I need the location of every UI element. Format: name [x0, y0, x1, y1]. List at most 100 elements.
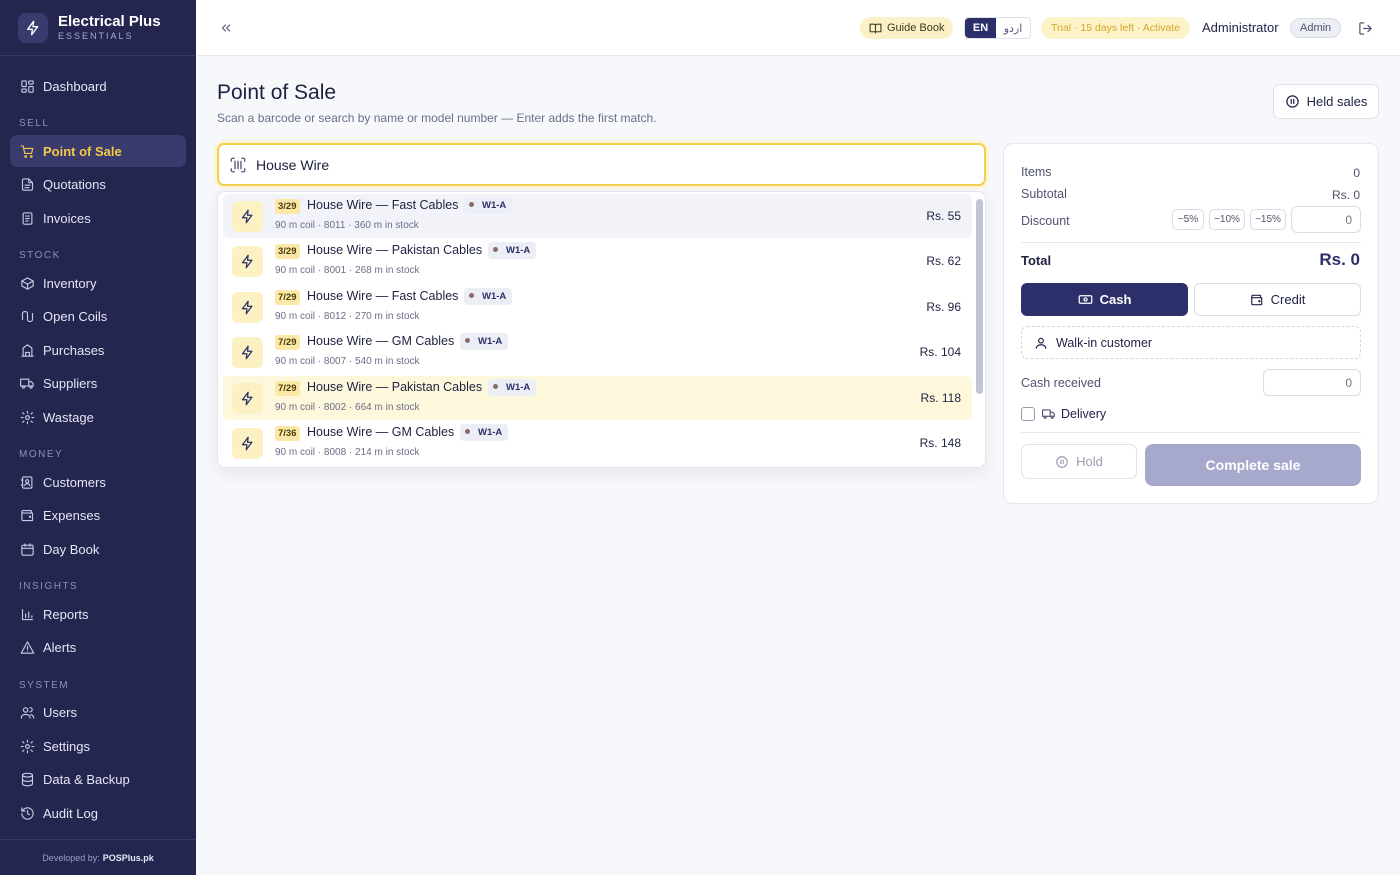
sidebar-item-label: Expenses	[43, 508, 101, 523]
sidebar-item-data-backup[interactable]: Data & Backup	[10, 764, 186, 796]
cash-received-input[interactable]	[1263, 369, 1361, 396]
sidebar-item-quotations[interactable]: Quotations	[10, 169, 186, 201]
customer-selector[interactable]: Walk-in customer	[1021, 326, 1361, 359]
product-price: Rs. 62	[926, 254, 961, 268]
search-result-item[interactable]: 3/29 House Wire — Pakistan Cables W1-A 90 m…	[223, 239, 972, 283]
product-meta: 90 m coil · 8011 · 360 m in stock	[275, 220, 419, 231]
dashboard-icon	[19, 78, 35, 94]
footer-company[interactable]: POSPlus.pk	[103, 853, 154, 863]
search-input[interactable]	[256, 156, 856, 173]
sidebar-item-day-book[interactable]: Day Book	[10, 533, 186, 565]
size-badge: 7/36	[275, 426, 300, 441]
wallet-icon	[19, 508, 35, 524]
bolt-icon	[232, 201, 263, 232]
delivery-label: Delivery	[1061, 407, 1107, 421]
complete-sale-button[interactable]: Complete sale	[1145, 444, 1361, 486]
truck-icon	[19, 376, 35, 392]
size-badge: 7/29	[275, 381, 300, 396]
sidebar-item-label: Data & Backup	[43, 772, 130, 787]
search-result-item[interactable]: 3/29 House Wire — Fast Cables W1-A 90 m coi…	[223, 194, 972, 238]
size-badge: 7/29	[275, 290, 300, 305]
sidebar-item-alerts[interactable]: Alerts	[10, 632, 186, 664]
sidebar-item-suppliers[interactable]: Suppliers	[10, 368, 186, 400]
sidebar-item-open-coils[interactable]: Open Coils	[10, 301, 186, 333]
sidebar-item-customers[interactable]: Customers	[10, 466, 186, 498]
contacts-icon	[19, 474, 35, 490]
nav-section-title: SYSTEM	[19, 679, 70, 691]
search-result-item[interactable]: 7/36 House Wire — GM Cables W1-A 90 m coil …	[223, 421, 972, 465]
discount-input[interactable]	[1291, 206, 1361, 233]
bar-chart-icon	[19, 606, 35, 622]
lang-en-button[interactable]: EN	[965, 18, 996, 38]
discount-5-button[interactable]: −5%	[1172, 209, 1204, 230]
hold-button[interactable]: Hold	[1021, 444, 1137, 479]
sidebar-item-label: Suppliers	[43, 376, 98, 391]
hold-label: Hold	[1076, 454, 1103, 469]
sidebar-item-expenses[interactable]: Expenses	[10, 500, 186, 532]
bolt-icon	[232, 246, 263, 277]
sidebar-item-label: Point of Sale	[43, 143, 122, 159]
held-sales-button[interactable]: Held sales	[1273, 84, 1379, 119]
results-scrollbar[interactable]	[976, 199, 983, 394]
language-switch: EN اردو	[964, 17, 1031, 39]
sidebar-item-inventory[interactable]: Inventory	[10, 267, 186, 299]
lang-ur-button[interactable]: اردو	[996, 18, 1030, 38]
product-price: Rs. 55	[926, 209, 961, 223]
sidebar-item-wastage[interactable]: Wastage	[10, 401, 186, 433]
sidebar-item-users[interactable]: Users	[10, 697, 186, 729]
sidebar-item-label: Users	[43, 705, 77, 720]
cash-payment-button[interactable]: Cash	[1021, 283, 1188, 316]
collapse-sidebar-icon[interactable]	[216, 18, 236, 38]
role-badge: Admin	[1290, 18, 1342, 38]
credit-payment-button[interactable]: Credit	[1194, 283, 1361, 316]
pause-circle-icon	[1285, 94, 1300, 109]
pin-icon	[493, 246, 498, 252]
delivery-option[interactable]: Delivery	[1021, 407, 1106, 421]
sidebar-item-purchases[interactable]: Purchases	[10, 334, 186, 366]
delivery-checkbox[interactable]	[1021, 407, 1035, 421]
database-icon	[19, 772, 35, 788]
sidebar-item-label: Inventory	[43, 275, 97, 291]
held-sales-label: Held sales	[1306, 94, 1368, 109]
search-result-item[interactable]: 7/29 House Wire — GM Cables W1-A 90 m coil …	[223, 330, 972, 374]
size-badge: 3/29	[275, 199, 300, 214]
sidebar-nav: Dashboard SELL Point of Sale Quotations Invo…	[0, 56, 196, 829]
gear-icon	[19, 738, 35, 754]
sidebar-item-label: Audit Log	[43, 805, 98, 821]
items-label: Items	[1021, 165, 1052, 179]
product-name: House Wire — Fast Cables	[307, 289, 459, 303]
guide-book-button[interactable]: Guide Book	[860, 17, 954, 39]
product-price: Rs. 118	[920, 391, 961, 405]
cash-received-label: Cash received	[1021, 376, 1101, 390]
sidebar-item-audit-log[interactable]: Audit Log	[10, 797, 186, 829]
location-label: W1-A	[506, 245, 531, 256]
sidebar-item-settings[interactable]: Settings	[10, 730, 186, 762]
location-badge: W1-A	[460, 333, 509, 350]
product-meta: 90 m coil · 8007 · 540 m in stock	[275, 356, 420, 367]
bolt-icon	[232, 383, 263, 414]
product-name: House Wire — Pakistan Cables	[307, 380, 483, 394]
logout-icon[interactable]	[1356, 19, 1374, 37]
sidebar-item-label: Invoices	[43, 210, 91, 226]
pause-circle-icon	[1055, 455, 1069, 469]
items-value: 0	[1353, 166, 1360, 180]
sidebar-item-label: Wastage	[43, 409, 94, 425]
user-name: Administrator	[1202, 20, 1279, 35]
bolt-icon	[232, 428, 263, 459]
users-icon	[19, 705, 35, 721]
search-result-item[interactable]: 7/29 House Wire — Pakistan Cables W1-A 90 m…	[223, 376, 972, 420]
search-result-item[interactable]: 7/29 House Wire — Fast Cables W1-A 90 m coi…	[223, 285, 972, 329]
sidebar-item-reports[interactable]: Reports	[10, 598, 186, 630]
page-title: Point of Sale	[217, 81, 337, 104]
discount-10-button[interactable]: −10%	[1209, 209, 1245, 230]
sidebar-item-label: Quotations	[43, 177, 106, 192]
sidebar-item-dashboard[interactable]: Dashboard	[10, 70, 186, 102]
cash-label: Cash	[1099, 292, 1132, 307]
footer-prefix: Developed by:	[42, 852, 100, 863]
pin-icon	[493, 383, 498, 389]
sidebar-item-point-of-sale[interactable]: Point of Sale	[10, 135, 186, 167]
trial-banner[interactable]: Trial · 15 days left · Activate	[1041, 17, 1191, 39]
discount-15-button[interactable]: −15%	[1250, 209, 1286, 230]
sidebar-item-invoices[interactable]: Invoices	[10, 202, 186, 234]
bolt-icon	[232, 337, 263, 368]
